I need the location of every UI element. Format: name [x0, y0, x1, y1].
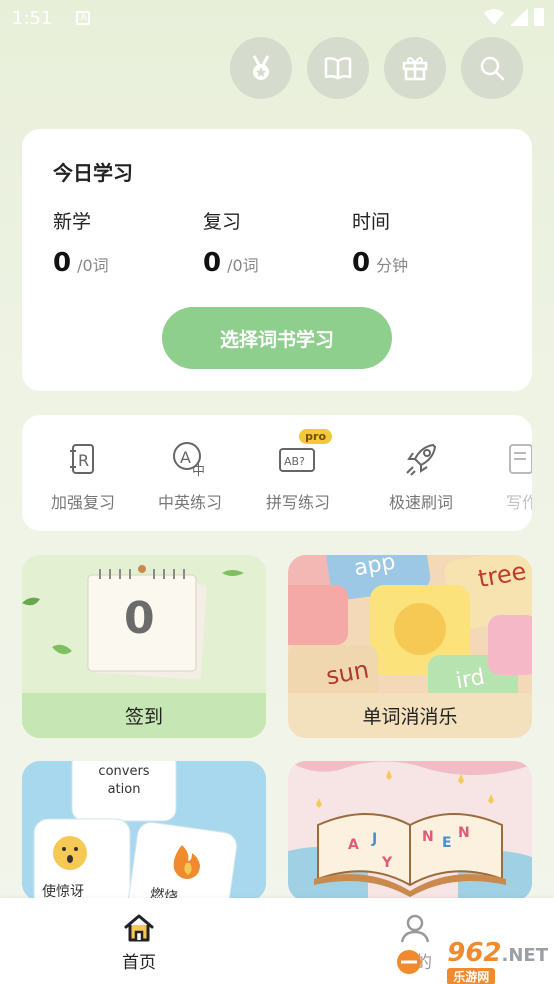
nav-home[interactable]: 首页 [99, 912, 179, 973]
word-match-art: app tree sun ird [288, 555, 532, 693]
home-icon [124, 914, 154, 942]
nav-home-label: 首页 [122, 953, 156, 973]
book-letter: E [442, 835, 452, 851]
stat-review: 复习 0 /0词 [203, 207, 259, 278]
book-letter: Y [382, 855, 393, 871]
word-cards-game[interactable]: convers ation 使惊讶 燃烧 [22, 761, 266, 901]
practice-tools-card: R 加强复习 A 中 中英练习 AB? pro 拼写练习 极速刷词 写作 [22, 415, 532, 531]
word-cards-art: convers ation 使惊讶 燃烧 [22, 761, 266, 901]
medal-icon [252, 55, 270, 80]
stat-time: 时间 0 分钟 [352, 207, 408, 278]
status-indicators [484, 8, 544, 26]
tool-translate[interactable]: A 中 中英练习 [140, 439, 240, 513]
word-match-label: 单词消消乐 [288, 693, 532, 738]
tool-label: 加强复习 [50, 493, 115, 512]
watermark-icon [397, 949, 422, 974]
svg-text:R: R [78, 451, 89, 470]
checkin-card[interactable]: 0 签到 [22, 555, 266, 738]
search-icon [480, 56, 505, 81]
stat-label: 时间 [352, 211, 391, 233]
tool-label: 拼写练习 [265, 493, 330, 512]
wifi-icon [484, 9, 504, 25]
svg-text:中: 中 [192, 464, 205, 479]
tool-label: 写作 [505, 493, 532, 512]
review-icon: R [70, 444, 94, 474]
stat-value: 0 [203, 248, 222, 278]
checkin-art: 0 [22, 555, 266, 693]
book-game-art: A J Y N E N [288, 761, 532, 901]
card-word-conversation: convers ation [98, 764, 150, 797]
today-study-card: 今日学习 新学 0 /0词 复习 0 /0词 时间 0 分钟 选择词书学习 [22, 129, 532, 391]
battery-icon [534, 8, 544, 26]
signal-icon [510, 8, 528, 26]
today-title: 今日学习 [53, 161, 133, 185]
watermark-logo: 962 .NET 乐游网 [395, 938, 548, 984]
writing-icon [509, 444, 532, 474]
stat-unit: 分钟 [376, 256, 409, 275]
spell-icon: AB? [279, 448, 315, 472]
book-letter: J [372, 831, 378, 847]
gift-button[interactable] [384, 37, 446, 99]
medal-button[interactable] [230, 37, 292, 99]
search-button[interactable] [461, 37, 523, 99]
stat-value: 0 [53, 248, 72, 278]
svg-text:AB?: AB? [284, 455, 305, 468]
rocket-icon [406, 443, 437, 476]
stat-unit: /0词 [77, 256, 109, 275]
tool-writing[interactable]: 写作 [472, 439, 532, 513]
tool-rocket[interactable]: 极速刷词 [371, 439, 471, 513]
stat-label: 新学 [53, 211, 92, 233]
gift-icon [402, 57, 428, 81]
svg-text:A: A [180, 448, 191, 467]
checkin-label: 签到 [22, 693, 266, 738]
top-toolbar [230, 37, 523, 99]
watermark-text: 962 [447, 938, 502, 968]
checkin-number: 0 [124, 593, 155, 644]
book-letter: N [422, 829, 434, 845]
tool-label: 极速刷词 [388, 493, 453, 512]
tool-review[interactable]: R 加强复习 [33, 439, 133, 513]
stat-value: 0 [352, 248, 371, 278]
word-match-card[interactable]: app tree sun ird 单词消消乐 [288, 555, 532, 738]
stat-unit: /0词 [227, 256, 259, 275]
status-bar: 1:51 A [0, 0, 554, 36]
tile-word-bird: ird [454, 664, 487, 693]
watermark-sub: 乐游网 [447, 968, 496, 984]
book-letter: N [458, 825, 470, 841]
notification-icon: A [76, 11, 91, 25]
tool-spell[interactable]: AB? pro 拼写练习 [248, 429, 348, 513]
stat-new: 新学 0 /0词 [53, 207, 109, 278]
stat-label: 复习 [203, 211, 242, 233]
select-wordbook-button[interactable]: 选择词书学习 [162, 307, 392, 369]
book-icon [324, 57, 352, 80]
book-letter: A [348, 837, 359, 853]
wordbook-button[interactable] [307, 37, 369, 99]
pro-badge: pro [299, 429, 332, 444]
tool-label: 中英练习 [157, 493, 222, 512]
status-time: 1:51 [12, 7, 53, 29]
book-game-card[interactable]: A J Y N E N [288, 761, 532, 901]
watermark-suffix: .NET [501, 945, 548, 966]
book-illustration [288, 761, 532, 901]
translate-icon: A 中 [173, 442, 205, 479]
